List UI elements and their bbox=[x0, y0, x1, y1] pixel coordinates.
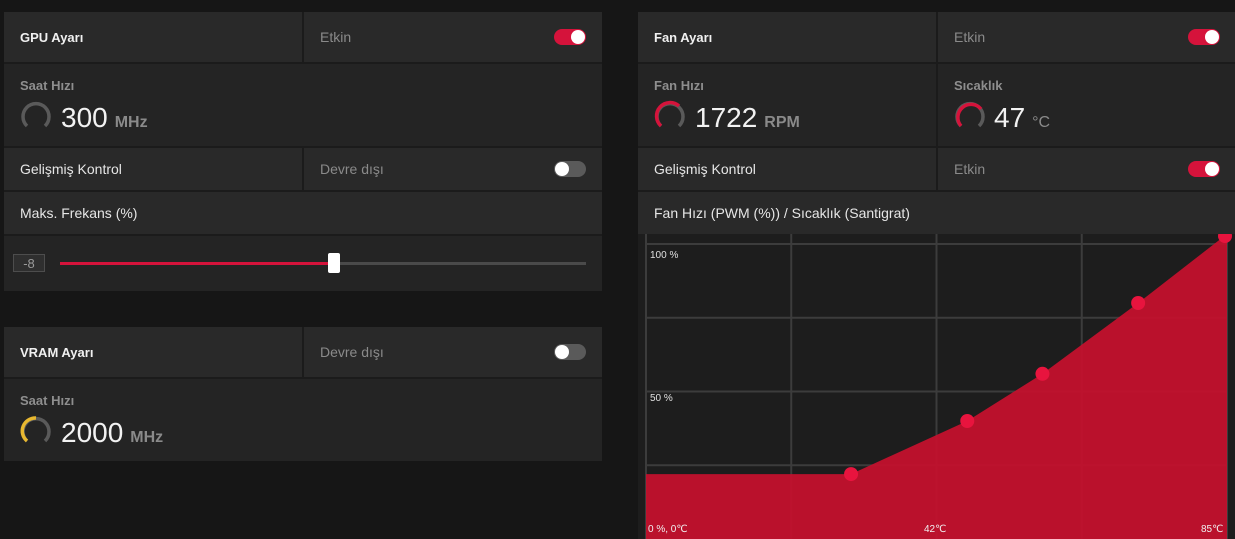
fan-temp-value: 47 bbox=[994, 102, 1026, 133]
gpu-maxfreq-value-box[interactable]: -8 bbox=[13, 254, 45, 272]
x-tick-42: 42℃ bbox=[924, 524, 946, 535]
y-tick-100: 100 % bbox=[650, 250, 678, 261]
fan-title: Fan Ayarı bbox=[654, 29, 713, 45]
fan-curve-point[interactable] bbox=[1035, 366, 1050, 381]
fan-advanced-status: Etkin bbox=[954, 161, 986, 177]
gpu-maxfreq-slider-fill bbox=[60, 262, 334, 265]
vram-panel: VRAM Ayarı Devre dışı Saat Hızı 2000 MHz bbox=[4, 327, 602, 461]
fan-temp-label: Sıcaklık bbox=[954, 78, 1003, 93]
vram-clock-gauge-icon bbox=[20, 416, 51, 443]
fan-curve-point[interactable] bbox=[1131, 296, 1146, 310]
gpu-status: Etkin bbox=[320, 29, 352, 45]
gpu-clock-row: Saat Hızı 300 MHz bbox=[4, 64, 602, 146]
gpu-clock-gauge-icon bbox=[21, 101, 51, 128]
origin-tick: 0 %, 0℃ bbox=[648, 524, 688, 535]
fan-header-row: Fan Ayarı Etkin bbox=[638, 12, 1235, 62]
y-tick-50: 50 % bbox=[650, 393, 673, 404]
vram-status: Devre dışı bbox=[320, 344, 384, 360]
x-tick-85: 85℃ bbox=[1201, 524, 1223, 535]
gpu-advanced-row: Gelişmiş Kontrol Devre dışı bbox=[4, 148, 602, 190]
gpu-advanced-label: Gelişmiş Kontrol bbox=[20, 161, 122, 177]
gpu-panel: GPU Ayarı Etkin Saat Hızı 300 MHz Gelişm… bbox=[4, 12, 602, 291]
vram-clock-value: 2000 bbox=[61, 417, 124, 448]
vram-toggle[interactable] bbox=[554, 344, 586, 360]
fan-status: Etkin bbox=[954, 29, 986, 45]
vram-clock-row: Saat Hızı 2000 MHz bbox=[4, 379, 602, 461]
fan-curve-point[interactable] bbox=[960, 414, 975, 428]
gpu-maxfreq-slider-thumb[interactable] bbox=[327, 253, 340, 273]
gpu-header-row: GPU Ayarı Etkin bbox=[4, 12, 602, 62]
vram-header-row: VRAM Ayarı Devre dışı bbox=[4, 327, 602, 377]
gpu-maxfreq-slider-area: -8 bbox=[4, 236, 602, 291]
vram-clock-unit: MHz bbox=[130, 429, 164, 446]
gpu-clock-unit: MHz bbox=[114, 114, 148, 131]
fan-toggle[interactable] bbox=[1188, 29, 1220, 45]
fan-advanced-label: Gelişmiş Kontrol bbox=[654, 161, 756, 177]
gpu-maxfreq-row: Maks. Frekans (%) bbox=[4, 192, 602, 234]
fan-chart-title: Fan Hızı (PWM (%)) / Sıcaklık (Santigrat… bbox=[654, 205, 910, 221]
fan-speed-label: Fan Hızı bbox=[654, 78, 704, 93]
fan-readout-row: Fan Hızı 1722 RPM Sıcaklık 47 °C bbox=[638, 64, 1235, 146]
gpu-title: GPU Ayarı bbox=[20, 29, 84, 45]
fan-speed-value: 1722 bbox=[695, 102, 758, 133]
fan-speed-gauge-icon bbox=[654, 100, 685, 128]
gpu-maxfreq-label: Maks. Frekans (%) bbox=[20, 205, 138, 221]
fan-curve-point[interactable] bbox=[844, 467, 859, 482]
fan-advanced-row: Gelişmiş Kontrol Etkin bbox=[638, 148, 1235, 190]
gpu-clock-label: Saat Hızı bbox=[20, 78, 75, 93]
vram-title: VRAM Ayarı bbox=[20, 344, 94, 360]
gpu-advanced-toggle[interactable] bbox=[554, 161, 586, 177]
fan-temp-unit: °C bbox=[1032, 114, 1051, 131]
gpu-toggle[interactable] bbox=[554, 29, 586, 45]
gpu-maxfreq-value: -8 bbox=[23, 255, 35, 271]
fan-curve-chart[interactable]: 100 % 50 % 0 %, 0℃ 42℃ 85℃ bbox=[638, 234, 1235, 539]
fan-panel: Fan Ayarı Etkin Fan Hızı 1722 RPM Sıcakl… bbox=[638, 12, 1235, 539]
fan-chart-title-row: Fan Hızı (PWM (%)) / Sıcaklık (Santigrat… bbox=[638, 192, 1235, 234]
fan-advanced-toggle[interactable] bbox=[1188, 161, 1220, 177]
fan-speed-unit: RPM bbox=[764, 114, 800, 131]
fan-temp-gauge-icon bbox=[955, 101, 985, 128]
gpu-advanced-status: Devre dışı bbox=[320, 161, 384, 177]
vram-clock-label: Saat Hızı bbox=[20, 393, 75, 408]
gpu-clock-value: 300 bbox=[61, 102, 108, 133]
